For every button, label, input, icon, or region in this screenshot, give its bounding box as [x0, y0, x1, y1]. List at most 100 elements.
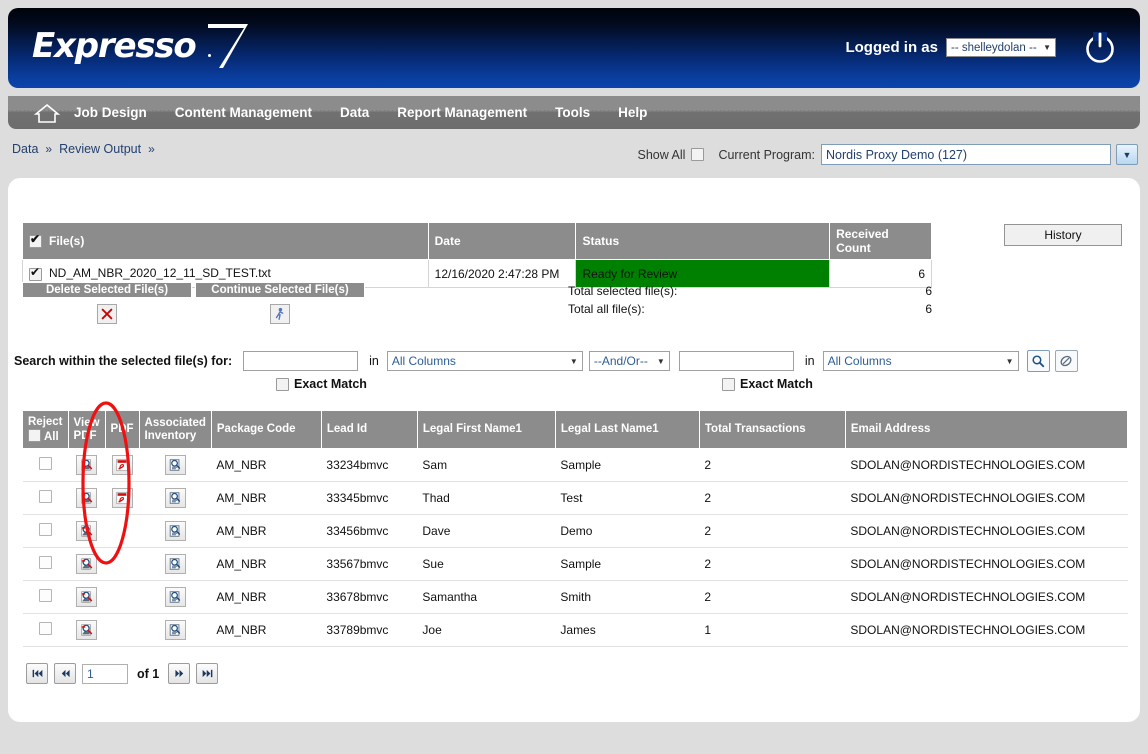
associated-inventory-icon[interactable]	[164, 620, 186, 640]
view-pdf-glyph	[80, 558, 92, 570]
row-legal-first-name: Sue	[417, 547, 556, 581]
nav-item-tools[interactable]: Tools	[541, 96, 604, 129]
row-pdf-cell	[105, 613, 140, 647]
breadcrumb-separator-2: »	[148, 142, 155, 156]
row-reject-cell	[22, 547, 69, 581]
row-legal-first-name: Samantha	[417, 580, 556, 614]
reject-all-checkbox[interactable]	[28, 428, 41, 442]
delete-x-icon[interactable]	[97, 304, 117, 324]
current-program-value: Nordis Proxy Demo (127)	[826, 147, 968, 162]
row-reject-checkbox[interactable]	[38, 523, 52, 536]
row-email-address: SDOLAN@NORDISTECHNOLOGIES.COM	[845, 547, 1128, 581]
associated-inventory-glyph	[169, 459, 181, 471]
view-pdf-icon[interactable]	[76, 488, 98, 508]
logo-swoosh-icon	[208, 24, 248, 68]
prev-page-glyph	[61, 669, 70, 678]
table-row: AM_NBR 33345bmvc Thad Test 2 SDOLAN@NORDISTEC…	[22, 481, 1128, 515]
nav-item-content-management[interactable]: Content Management	[161, 96, 326, 129]
grid-col-reject: Reject All	[22, 410, 69, 449]
continue-selected-files-button[interactable]: Continue Selected File(s)	[195, 282, 365, 298]
search-term-2-input[interactable]	[678, 351, 794, 371]
breadcrumb-item-data[interactable]: Data	[12, 142, 38, 156]
breadcrumb-separator: »	[45, 142, 53, 156]
power-icon[interactable]	[1082, 30, 1118, 66]
pdf-icon[interactable]	[111, 488, 133, 508]
row-pdf-cell	[105, 514, 140, 548]
row-legal-last-name: Test	[555, 481, 700, 515]
row-reject-checkbox[interactable]	[38, 589, 52, 602]
view-pdf-icon[interactable]	[76, 554, 98, 574]
row-legal-first-name: Dave	[417, 514, 556, 548]
nav-item-report-management[interactable]: Report Management	[383, 96, 541, 129]
view-pdf-icon[interactable]	[76, 455, 98, 475]
row-associated-inventory-cell	[139, 514, 212, 548]
row-associated-inventory-cell	[139, 613, 212, 647]
delete-selected-files-button[interactable]: Delete Selected File(s)	[22, 282, 192, 298]
file-row-checkbox[interactable]	[29, 266, 42, 281]
search-andor-select[interactable]: --And/Or-- ▼	[588, 351, 670, 371]
associated-inventory-icon[interactable]	[164, 488, 186, 508]
exact-match-1-checkbox[interactable]	[276, 377, 289, 391]
breadcrumb: Data » Review Output »	[12, 142, 155, 156]
associated-inventory-icon[interactable]	[164, 587, 186, 607]
nav-item-job-design[interactable]: Job Design	[60, 96, 161, 129]
row-pdf-cell	[105, 481, 140, 515]
grid-col-view-pdf-label: View PDF	[73, 416, 100, 442]
search-column-2-value: All Columns	[827, 354, 892, 368]
row-legal-last-name: Demo	[555, 514, 700, 548]
row-legal-last-name: Sample	[555, 547, 700, 581]
last-page-icon[interactable]	[196, 663, 219, 684]
first-page-icon[interactable]	[26, 663, 48, 684]
current-program-select[interactable]: Nordis Proxy Demo (127)	[821, 144, 1111, 165]
row-package-code: AM_NBR	[211, 481, 322, 515]
logo-dot	[208, 54, 211, 57]
associated-inventory-icon[interactable]	[164, 455, 186, 475]
current-program-dropdown-arrow[interactable]: ▼	[1116, 144, 1138, 165]
row-email-address: SDOLAN@NORDISTECHNOLOGIES.COM	[845, 580, 1128, 614]
row-legal-first-name: Joe	[417, 613, 556, 647]
search-column-1-select[interactable]: All Columns ▼	[386, 351, 583, 371]
exact-match-2-checkbox[interactable]	[722, 377, 735, 391]
row-reject-checkbox[interactable]	[38, 490, 52, 503]
row-reject-cell	[22, 448, 69, 482]
first-page-glyph	[32, 669, 42, 678]
home-icon[interactable]	[34, 102, 60, 124]
view-pdf-icon[interactable]	[76, 521, 98, 541]
history-button[interactable]: History	[1004, 224, 1122, 246]
page-number-input[interactable]	[82, 663, 128, 684]
view-pdf-icon[interactable]	[76, 587, 98, 607]
records-grid-body: AM_NBR 33234bmvc Sam Sample 2 SDOLAN@NORDISTE…	[22, 448, 1128, 647]
chevron-down-icon: ▼	[656, 356, 665, 366]
row-associated-inventory-cell	[139, 580, 212, 614]
row-reject-checkbox[interactable]	[38, 622, 52, 635]
table-row: AM_NBR 33678bmvc Samantha Smith 2 SDOLAN@NORD…	[22, 580, 1128, 614]
chevron-down-icon: ▼	[1005, 356, 1014, 366]
view-pdf-icon[interactable]	[76, 620, 98, 640]
search-column-1-value: All Columns	[391, 354, 456, 368]
runner-icon[interactable]	[270, 304, 290, 324]
main-navigation: Job Design Content Management Data Repor…	[8, 96, 1140, 129]
select-all-files-checkbox[interactable]	[29, 233, 42, 249]
grid-col-legal-last-name: Legal Last Name1	[554, 410, 700, 449]
pdf-icon[interactable]	[111, 455, 133, 475]
search-term-1-input[interactable]	[243, 351, 359, 371]
search-column-2-select[interactable]: All Columns ▼	[822, 351, 1019, 371]
search-clear-button[interactable]	[1054, 350, 1078, 372]
associated-inventory-icon[interactable]	[164, 554, 186, 574]
search-submit-button[interactable]	[1026, 350, 1050, 372]
prev-page-icon[interactable]	[54, 663, 76, 684]
view-pdf-glyph	[80, 591, 92, 603]
exact-match-2: Exact Match	[722, 377, 813, 391]
exact-match-1: Exact Match	[276, 377, 367, 391]
user-select-dropdown[interactable]: -- shelleydolan -- ▼	[946, 38, 1056, 57]
row-reject-checkbox[interactable]	[38, 457, 52, 470]
next-page-icon[interactable]	[168, 663, 191, 684]
nav-item-data[interactable]: Data	[326, 96, 383, 129]
total-all-files-row: Total all file(s): 6	[568, 300, 932, 318]
breadcrumb-item-review-output[interactable]: Review Output	[59, 142, 141, 156]
associated-inventory-icon[interactable]	[164, 521, 186, 541]
grid-col-total-transactions: Total Transactions	[698, 410, 846, 449]
nav-item-help[interactable]: Help	[604, 96, 661, 129]
row-reject-checkbox[interactable]	[38, 556, 52, 569]
show-all-checkbox[interactable]	[691, 148, 705, 161]
